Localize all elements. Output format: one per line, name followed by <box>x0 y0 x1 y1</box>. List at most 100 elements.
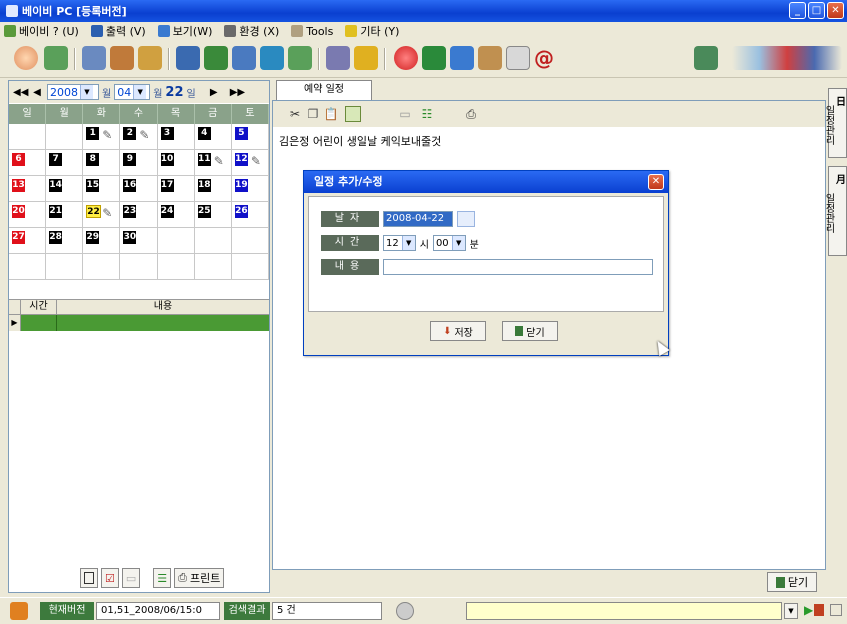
menu-item-2[interactable]: 보기(W) <box>157 23 212 39</box>
maximize-button[interactable]: □ <box>808 2 825 19</box>
calendar-day-cell[interactable]: 8 <box>83 150 121 176</box>
calendar-day-cell[interactable] <box>9 124 47 150</box>
disabled-button[interactable]: ▭ <box>121 568 141 588</box>
calendar-day-cell[interactable]: 11 ✎ <box>194 150 232 176</box>
calendar-picker-icon[interactable] <box>457 211 475 227</box>
dialog-close-icon[interactable]: ✕ <box>648 174 664 190</box>
email-icon[interactable]: @ <box>532 46 556 70</box>
calculator-icon[interactable] <box>326 46 350 70</box>
calendar-day-cell[interactable]: 6 <box>9 150 47 176</box>
calendar-day-cell[interactable] <box>46 124 84 150</box>
panel-close-button[interactable]: 닫기 <box>767 572 817 592</box>
save-button[interactable]: ⬇ 저장 <box>430 321 486 341</box>
monitor-icon[interactable] <box>176 46 200 70</box>
hour-select[interactable]: 12 ▼ <box>383 235 416 251</box>
side-tab-day[interactable]: 日 일정관리 <box>823 88 847 158</box>
baby-face-icon[interactable] <box>14 46 38 70</box>
calendar-day-cell[interactable]: 16 <box>120 176 158 202</box>
exit-icon[interactable] <box>694 46 718 70</box>
calendar-day-cell[interactable]: 13 <box>9 176 47 202</box>
menu-item-0[interactable]: 베이비 ? (U) <box>4 23 79 39</box>
table-icon[interactable] <box>204 46 228 70</box>
table-view-button[interactable]: ☰ <box>153 568 172 588</box>
tab-reservation-schedule[interactable]: 예약 일정 <box>276 80 372 100</box>
calendar-day-cell[interactable]: 26 <box>231 202 269 228</box>
calendar-day-cell[interactable] <box>9 254 47 280</box>
calendar-day-cell[interactable]: 1 ✎ <box>83 124 121 150</box>
user-status-icon[interactable] <box>814 604 824 616</box>
edit-icon[interactable] <box>232 46 256 70</box>
schedule-content[interactable]: 김은정 어린이 생일날 케익보내줄것 <box>279 133 441 149</box>
menu-item-1[interactable]: 출력 (V) <box>90 23 146 39</box>
menu-item-4[interactable]: Tools <box>291 25 333 38</box>
minus-icon[interactable]: ▭ <box>397 106 413 122</box>
browser-icon[interactable] <box>450 46 474 70</box>
search-folder-icon[interactable] <box>478 46 502 70</box>
date-field[interactable]: 2008-04-22 <box>383 211 453 227</box>
calendar-day-cell[interactable] <box>157 254 195 280</box>
calendar-day-cell[interactable]: 21 <box>46 202 84 228</box>
dialog-close-button[interactable]: 닫기 <box>502 321 558 341</box>
row-time-cell[interactable] <box>21 315 57 331</box>
prev-month-button[interactable]: ◀ <box>30 87 44 98</box>
prev-year-button[interactable]: ◀◀ <box>13 87 28 98</box>
menu-item-3[interactable]: 환경 (X) <box>224 23 279 39</box>
calendar-day-cell[interactable]: 27 <box>9 228 47 254</box>
calendar-day-cell[interactable]: 23 <box>120 202 158 228</box>
calendar-day-cell[interactable]: 25 <box>194 202 232 228</box>
side-tab-month[interactable]: 月 일정관리 <box>823 166 847 256</box>
calendar-day-cell[interactable]: 7 <box>46 150 84 176</box>
next-year-button[interactable]: ▶▶ <box>230 87 245 98</box>
lifebuoy-icon[interactable] <box>394 46 418 70</box>
calendar-day-cell[interactable]: 12 ✎ <box>231 150 269 176</box>
check-button[interactable]: ☑ <box>101 568 119 588</box>
warning-icon[interactable] <box>354 46 378 70</box>
calendar-day-cell[interactable]: 29 <box>83 228 121 254</box>
next-month-button[interactable]: ▶ <box>207 87 221 98</box>
minimize-button[interactable]: _ <box>789 2 806 19</box>
excel-icon[interactable] <box>422 46 446 70</box>
copy-icon[interactable]: ❐ <box>305 106 321 122</box>
printer-icon[interactable]: ⎙ <box>463 106 479 122</box>
calendar-day-cell[interactable]: 3 <box>157 124 195 150</box>
play-icon[interactable]: ▶ <box>804 603 813 617</box>
calendar-day-cell[interactable]: 4 <box>194 124 232 150</box>
window-close-button[interactable]: ✕ <box>827 2 844 19</box>
calendar-day-cell[interactable]: 18 <box>194 176 232 202</box>
phone-icon[interactable] <box>396 602 414 620</box>
calendar-day-cell[interactable]: 2 ✎ <box>120 124 158 150</box>
calendar-day-cell[interactable] <box>157 228 195 254</box>
calendar-day-cell[interactable] <box>46 254 84 280</box>
schedule-list-row[interactable]: ▶ <box>9 315 269 331</box>
calendar-day-cell[interactable]: 24 <box>157 202 195 228</box>
calendar-day-cell[interactable]: 22 ✎ <box>83 202 121 228</box>
calendar-day-cell[interactable]: 30 <box>120 228 158 254</box>
chevron-down-icon[interactable]: ▼ <box>784 603 798 619</box>
calendar-day-cell[interactable]: 20 <box>9 202 47 228</box>
box-icon[interactable] <box>44 46 68 70</box>
calendar-day-cell[interactable] <box>231 254 269 280</box>
month-select[interactable]: 04 ▼ <box>114 84 151 100</box>
calendar-day-cell[interactable] <box>120 254 158 280</box>
status-home-icon[interactable] <box>10 602 28 620</box>
globe-icon[interactable] <box>260 46 284 70</box>
calendar-day-cell[interactable]: 10 <box>157 150 195 176</box>
users-icon[interactable] <box>82 46 106 70</box>
calendar-day-cell[interactable]: 5 <box>231 124 269 150</box>
calendar-day-cell[interactable]: 15 <box>83 176 121 202</box>
chart-icon[interactable] <box>138 46 162 70</box>
cut-icon[interactable]: ✂ <box>287 106 303 122</box>
content-field[interactable] <box>383 259 653 275</box>
calendar-day-cell[interactable] <box>194 254 232 280</box>
calendar-day-cell[interactable] <box>231 228 269 254</box>
table-icon[interactable]: ☷ <box>419 106 435 122</box>
calendar-day-cell[interactable]: 9 <box>120 150 158 176</box>
calendar-day-cell[interactable]: 28 <box>46 228 84 254</box>
calendar-day-cell[interactable]: 17 <box>157 176 195 202</box>
calendar-day-cell[interactable]: 19 <box>231 176 269 202</box>
calendar-day-cell[interactable]: 14 <box>46 176 84 202</box>
minute-select[interactable]: 00 ▼ <box>432 235 466 251</box>
calendar-day-cell[interactable] <box>194 228 232 254</box>
network-icon[interactable] <box>830 604 842 616</box>
menu-item-5[interactable]: 기타 (Y) <box>345 23 399 39</box>
